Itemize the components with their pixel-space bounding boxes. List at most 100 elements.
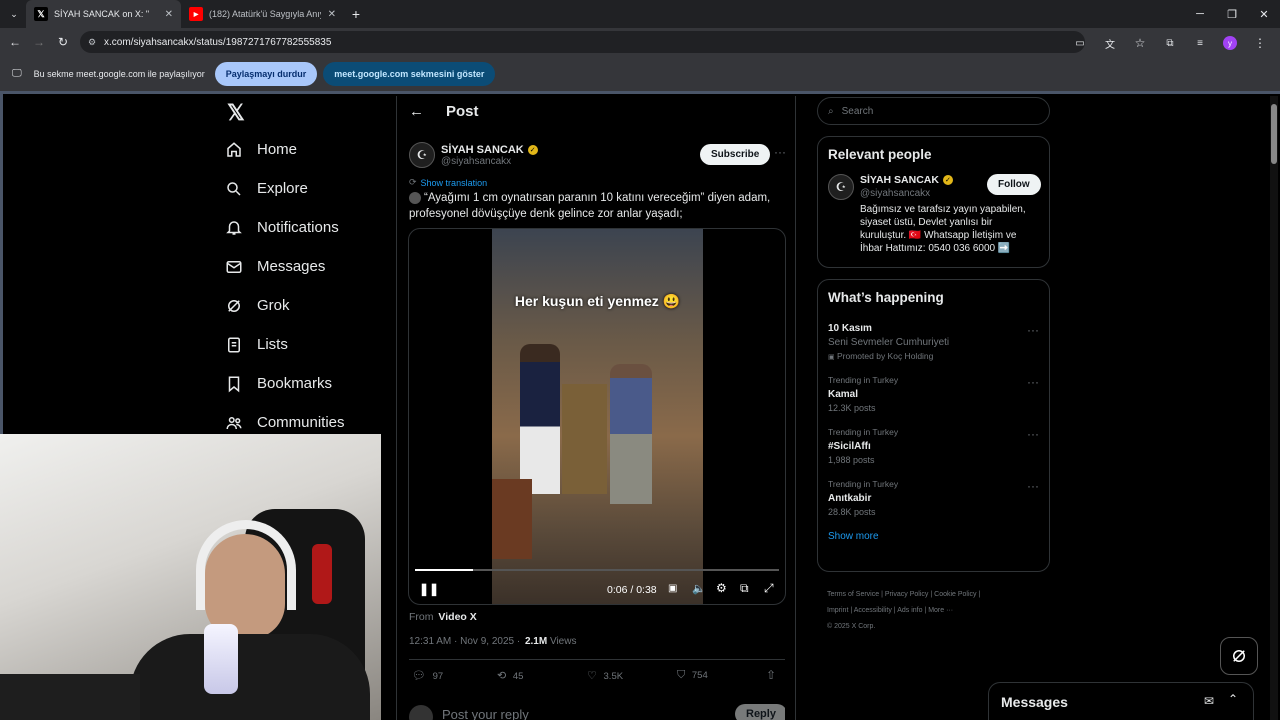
video-frame [492, 229, 703, 604]
grok-float-button[interactable] [1220, 637, 1258, 675]
show-more-link[interactable]: Show more [828, 531, 1039, 542]
translate-icon[interactable]: 文 [1098, 31, 1122, 55]
pause-icon[interactable]: ❚❚ [419, 582, 439, 596]
search-box[interactable]: ⌕ Search [817, 97, 1050, 125]
show-meet-tab-button[interactable]: meet.google.com sekmesini göster [323, 61, 496, 86]
bookmark-star-icon[interactable]: ☆ [1128, 31, 1152, 55]
translation-label: Show translation [420, 177, 488, 188]
person-body-shape [130, 634, 370, 720]
share-icon[interactable]: ⇧ [766, 668, 776, 682]
right-sidebar: ⌕ Search Relevant people ☪ SİYAH SANCAK … [817, 96, 1050, 635]
grok-icon [1233, 650, 1245, 662]
menu-icon[interactable]: ⋮ [1248, 31, 1272, 55]
address-bar[interactable]: ⚙ x.com/siyahsancakx/status/198727176778… [80, 31, 1085, 53]
reply-input[interactable]: Post your reply [442, 707, 529, 720]
footer-link[interactable]: Accessibility [854, 607, 892, 614]
cast-icon[interactable]: ▭ [1068, 31, 1092, 55]
footer-link[interactable]: Cookie Policy [934, 591, 976, 598]
source-link[interactable]: Video X [438, 611, 476, 623]
show-translation-link[interactable]: ⟳ Show translation [397, 177, 795, 188]
heart-icon: ♡ [587, 670, 597, 682]
post-text: “Ayağımı 1 cm oynatırsan paranın 10 katı… [397, 188, 795, 222]
messages-dock[interactable]: Messages ✉ ⌃ [988, 682, 1254, 720]
more-options-icon[interactable]: ··· [774, 145, 786, 159]
post-column: ← Post ☪ SİYAH SANCAK ✓ @siyahsancakx Su… [396, 96, 796, 720]
compose-message-icon[interactable]: ✉ [1204, 694, 1214, 708]
site-info-icon[interactable]: ⚙ [88, 37, 96, 48]
more-options-icon[interactable]: ··· [1027, 323, 1039, 337]
bookmark-icon [228, 376, 240, 392]
footer-link[interactable]: Privacy Policy [885, 591, 929, 598]
author-name[interactable]: SİYAH SANCAK [441, 144, 524, 156]
trend-item[interactable]: Trending in Turkey Anıtkabir 28.8K posts… [828, 479, 1039, 517]
emoji-icon [409, 191, 421, 204]
page-scrollbar[interactable] [1270, 96, 1278, 720]
verified-badge-icon: ✓ [527, 144, 538, 155]
trend-item[interactable]: 10 Kasım Seni Sevmeler Cumhuriyeti ▣ Pro… [828, 323, 1039, 361]
footer-link[interactable]: Imprint [827, 607, 848, 614]
post-timestamp[interactable]: 12:31 AM · Nov 9, 2025 · [409, 636, 520, 647]
video-player[interactable]: Her kuşun eti yenmez 😃 ❚❚ 0:06 / 0:38 ▣ … [408, 228, 786, 605]
subscribe-button[interactable]: Subscribe [700, 144, 771, 165]
toolbar-icons: ▭ 文 ☆ ⧉ ≡ y ⋮ [1068, 31, 1272, 55]
share-message: Bu sekme meet.google.com ile paylaşılıyo… [33, 68, 205, 79]
reply-button[interactable]: Reply [735, 704, 785, 720]
tab-youtube[interactable]: ▶ (182) Atatürk'ü Saygıyla Anıyor ✕ [181, 0, 344, 28]
bookmark-action[interactable]: ⛉ 754 [677, 669, 708, 682]
tab-search-icon[interactable]: ⌄ [2, 2, 26, 26]
person-name[interactable]: SİYAH SANCAK [860, 174, 939, 186]
captions-icon[interactable]: ▣ [668, 583, 677, 594]
nav-label: Notifications [257, 219, 339, 236]
fullscreen-icon[interactable]: ⤢ [764, 581, 774, 596]
footer-link[interactable]: Ads info [897, 607, 922, 614]
more-options-icon[interactable]: ··· [1027, 479, 1039, 493]
trend-sub: Seni Sevmeler Cumhuriyeti [828, 337, 950, 348]
nav-messages[interactable]: Messages [225, 247, 395, 286]
person-avatar[interactable]: ☪ [828, 174, 854, 200]
nav-notifications[interactable]: Notifications [225, 208, 395, 247]
footer-link[interactable]: More ··· [928, 607, 953, 614]
trend-item[interactable]: Trending in Turkey #SicilAffı 1,988 post… [828, 427, 1039, 465]
back-icon[interactable]: ← [3, 30, 27, 54]
expand-chevron-icon[interactable]: ⌃ [1228, 692, 1238, 706]
scrollbar-thumb[interactable] [1271, 104, 1277, 164]
volume-icon[interactable]: 🔈 [692, 582, 706, 595]
like-action[interactable]: ♡ 3.5K [587, 669, 623, 682]
close-icon[interactable]: ✕ [328, 9, 336, 20]
author-handle[interactable]: @siyahsancakx [441, 156, 538, 167]
nav-grok[interactable]: Grok [225, 286, 395, 325]
follow-button[interactable]: Follow [987, 174, 1041, 195]
search-icon: ⌕ [828, 105, 834, 117]
x-logo-icon[interactable]: 𝕏 [225, 96, 395, 130]
more-options-icon[interactable]: ··· [1027, 427, 1039, 441]
reply-action[interactable]: 💬︎ 97 [412, 669, 443, 682]
reply-count: 97 [432, 671, 444, 682]
new-tab-icon[interactable]: + [344, 2, 368, 26]
minimize-icon[interactable]: ─ [1184, 0, 1216, 28]
restore-icon[interactable]: ❐ [1216, 0, 1248, 28]
media-control-icon[interactable]: ≡ [1188, 31, 1212, 55]
profile-avatar[interactable]: y [1218, 31, 1242, 55]
close-icon[interactable]: ✕ [165, 9, 173, 20]
footer-link[interactable]: Terms of Service [827, 591, 879, 598]
back-arrow-icon[interactable]: ← [409, 103, 424, 120]
trend-item[interactable]: Trending in Turkey Kamal 12.3K posts ··· [828, 375, 1039, 413]
nav-lists[interactable]: Lists [225, 325, 395, 364]
avatar[interactable]: ☪ [409, 142, 435, 168]
nav-bookmarks[interactable]: Bookmarks [225, 364, 395, 403]
copyright: © 2025 X Corp. [827, 623, 876, 630]
url-text: x.com/siyahsancakx/status/19872717677825… [104, 36, 332, 48]
video-progress-track[interactable] [415, 569, 779, 571]
pip-icon[interactable]: ⧉ [740, 581, 749, 596]
more-options-icon[interactable]: ··· [1027, 375, 1039, 389]
repost-action[interactable]: ⟲ 45 [497, 669, 523, 682]
settings-icon[interactable]: ⚙ [716, 581, 727, 595]
stop-sharing-button[interactable]: Paylaşmayı durdur [214, 61, 318, 86]
reload-icon[interactable]: ↻ [51, 30, 75, 54]
extensions-icon[interactable]: ⧉ [1158, 31, 1182, 55]
tab-x-post[interactable]: 𝕏 SİYAH SANCAK on X: " ✕ [26, 0, 181, 28]
nav-explore[interactable]: Explore [225, 169, 395, 208]
close-window-icon[interactable]: ✕ [1248, 0, 1280, 28]
nav-home[interactable]: Home [225, 130, 395, 169]
forward-icon[interactable]: → [27, 30, 51, 54]
